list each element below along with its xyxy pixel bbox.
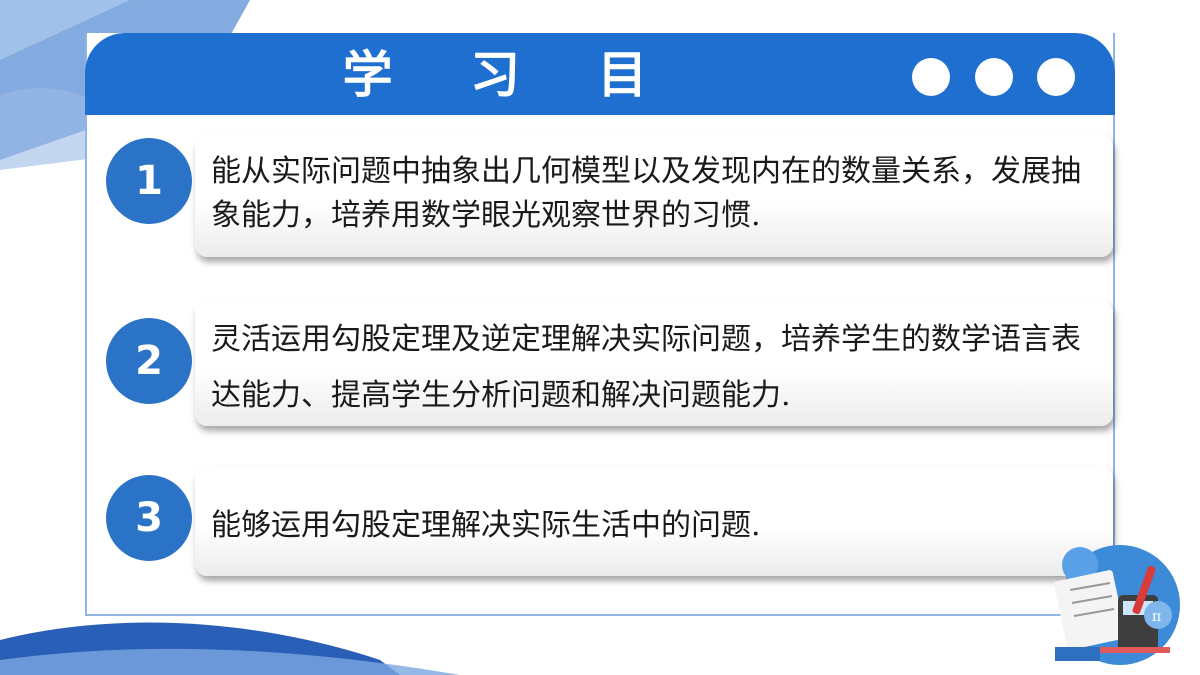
objective-number-2: 2 [106, 318, 192, 404]
header-dot-3 [1037, 58, 1075, 96]
objective-text-3: 能够运用勾股定理解决实际生活中的问题. [211, 508, 761, 543]
objective-card-2: 灵活运用勾股定理及逆定理解决实际问题，培养学生的数学语言表达能力、提高学生分析问… [195, 300, 1113, 426]
objective-number-3: 3 [106, 475, 192, 561]
objective-card-1: 能从实际问题中抽象出几何模型以及发现内在的数量关系，发展抽象能力，培养用数学眼光… [195, 135, 1113, 257]
objective-card-3: 能够运用勾股定理解决实际生活中的问题. [195, 466, 1113, 576]
svg-text:π: π [1152, 609, 1161, 625]
objective-text-2: 灵活运用勾股定理及逆定理解决实际问题，培养学生的数学语言表达能力、提高学生分析问… [211, 322, 1081, 413]
header-dot-1 [912, 58, 950, 96]
objective-number-1: 1 [106, 138, 192, 224]
page-title: 学 习 目 标 [342, 46, 678, 180]
objective-text-1: 能从实际问题中抽象出几何模型以及发现内在的数量关系，发展抽象能力，培养用数学眼光… [211, 154, 1081, 233]
header-dot-2 [975, 58, 1013, 96]
math-study-illustration-icon: π [1053, 545, 1180, 665]
